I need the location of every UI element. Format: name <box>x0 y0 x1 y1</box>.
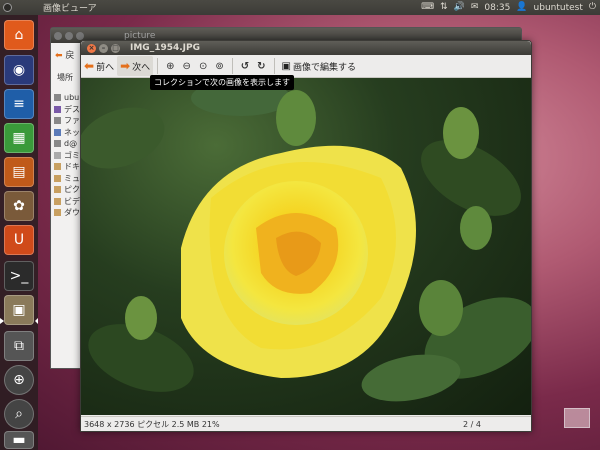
firefox-icon[interactable]: ◉ <box>4 55 34 85</box>
software-center-icon[interactable]: ✿ <box>4 191 34 221</box>
home-folder-icon[interactable]: ⌂ <box>4 20 34 50</box>
back-arrow-icon: ⬅ <box>55 51 63 61</box>
previous-button[interactable]: ⬅ 前へ <box>81 56 117 76</box>
next-tooltip: コレクションで次の画像を表示します <box>150 75 294 90</box>
keyboard-icon[interactable]: ⌨ <box>421 0 434 15</box>
terminal-icon[interactable]: >_ <box>4 261 34 291</box>
top-panel: 画像ビューア ⌨ ⇅ 🔊 ✉ 08:35 👤 ubuntutest ⏻ <box>0 0 600 15</box>
photo-canvas[interactable] <box>81 78 531 415</box>
clock[interactable]: 08:35 <box>484 3 510 13</box>
applications-lens-icon[interactable]: ⊕ <box>4 365 34 395</box>
rotate-right-icon[interactable]: ↻ <box>257 61 265 72</box>
image-editor-icon: ▣ <box>281 60 291 72</box>
zoom-out-icon[interactable]: ⊖ <box>183 61 191 72</box>
writer-icon[interactable]: ≡ <box>4 89 34 119</box>
maximize-icon[interactable]: □ <box>111 43 120 53</box>
zoom-fit-icon[interactable]: ⊚ <box>215 61 223 72</box>
trash-icon[interactable]: ▬ <box>4 431 34 449</box>
window-title: IMG_1954.JPG <box>130 43 200 53</box>
image-viewer-window[interactable]: × – □ IMG_1954.JPG ⬅ 前へ ➡ 次へ ⊕ ⊖ ⊙ ⊚ ↺ ↻… <box>80 40 532 432</box>
minimize-icon[interactable]: – <box>99 43 108 53</box>
rotate-left-icon[interactable]: ↺ <box>241 61 249 72</box>
toolbar-separator <box>273 58 275 74</box>
active-indicator <box>35 318 38 324</box>
yellow-rose-photo <box>81 80 531 402</box>
status-bar: 3648 x 2736 ピクセル 2.5 MB 21% 2 / 4 <box>81 416 531 431</box>
home-icon <box>54 94 61 102</box>
mail-icon[interactable]: ✉ <box>471 0 479 15</box>
arrow-left-icon: ⬅ <box>84 59 95 73</box>
places-header: 場所 <box>57 73 73 82</box>
network-icon[interactable]: ⇅ <box>440 0 448 15</box>
ubuntu-one-icon[interactable]: U <box>4 225 34 255</box>
fm-minimize-icon[interactable] <box>65 31 73 40</box>
edit-image-button[interactable]: ▣ 画像で編集する <box>279 56 359 76</box>
power-icon[interactable]: ⏻ <box>589 0 596 15</box>
fm-back-button[interactable]: ⬅ 戻 <box>55 48 74 61</box>
zoom-in-icon[interactable]: ⊕ <box>166 61 174 72</box>
filesystem-icon <box>54 117 61 125</box>
files-lens-icon[interactable]: ⌕ <box>4 399 34 429</box>
arrow-right-icon: ➡ <box>120 59 131 73</box>
image-position: 2 / 4 <box>463 419 481 429</box>
drive-icon <box>54 140 61 148</box>
calc-icon[interactable]: ▦ <box>4 123 34 153</box>
volume-icon[interactable]: 🔊 <box>454 0 465 15</box>
documents-icon <box>54 163 61 171</box>
user-name[interactable]: ubuntutest <box>534 3 583 13</box>
indicator-area: ⌨ ⇅ 🔊 ✉ 08:35 👤 ubuntutest ⏻ <box>421 0 596 15</box>
impress-icon[interactable]: ▤ <box>4 157 34 187</box>
close-icon[interactable]: × <box>87 43 96 53</box>
image-viewer-icon[interactable]: ▣ <box>4 295 34 325</box>
downloads-icon <box>54 209 61 217</box>
pictures-icon <box>54 186 61 194</box>
ubuntu-logo-icon[interactable] <box>0 0 15 15</box>
fm-close-icon[interactable] <box>54 31 62 40</box>
trash-small-icon <box>54 151 61 159</box>
videos-icon <box>54 197 61 205</box>
fm-title: picture <box>124 30 156 41</box>
launcher: ⌂ ◉ ≡ ▦ ▤ ✿ U >_ ▣ ⧉ ⊕ ⌕ ▬ <box>0 15 38 450</box>
image-info: 3648 x 2736 ピクセル 2.5 MB 21% <box>84 419 220 429</box>
toolbar-separator <box>157 58 159 74</box>
viewer-toolbar: ⬅ 前へ ➡ 次へ ⊕ ⊖ ⊙ ⊚ ↺ ↻ ▣ 画像で編集する <box>81 55 531 78</box>
workspace-switcher-icon[interactable]: ⧉ <box>4 331 34 361</box>
app-name: 画像ビューア <box>43 4 97 14</box>
next-button[interactable]: ➡ 次へ <box>117 56 154 76</box>
viewer-titlebar[interactable]: × – □ IMG_1954.JPG <box>81 41 531 55</box>
workspace-preview[interactable] <box>564 408 590 428</box>
fm-maximize-icon[interactable] <box>76 31 84 40</box>
zoom-normal-icon[interactable]: ⊙ <box>199 61 207 72</box>
running-indicator <box>0 318 4 324</box>
desktop-icon <box>54 105 61 113</box>
user-icon[interactable]: 👤 <box>516 0 527 15</box>
music-icon <box>54 174 61 182</box>
network-folder-icon <box>54 128 61 136</box>
toolbar-separator <box>231 58 233 74</box>
